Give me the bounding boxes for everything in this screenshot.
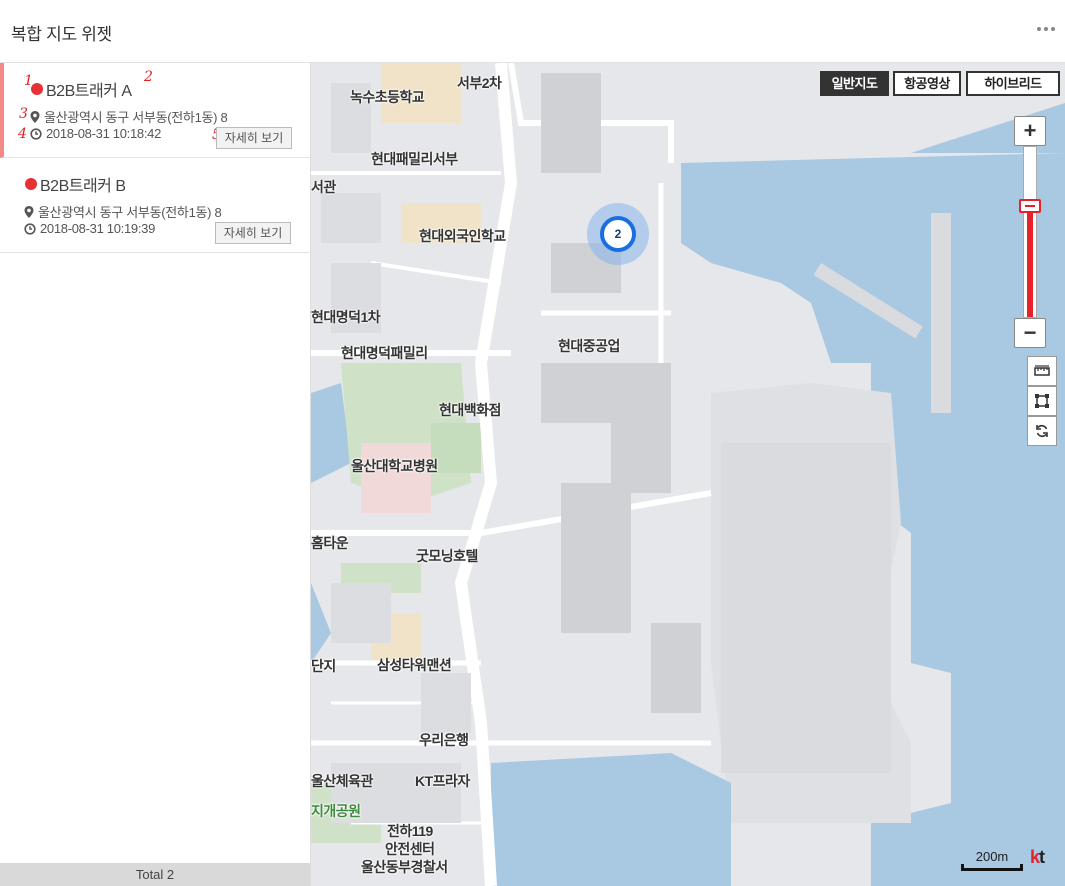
place-label: 현대외국인학교: [419, 228, 506, 244]
tracker-list-panel: 1 B2B트래커 A 2 3 울산광역시 동구 서부동(전하1동) 8 4 20…: [0, 63, 311, 886]
place-label: 우리은행: [419, 732, 469, 748]
map-view[interactable]: 서부2차 녹수초등학교 현대패밀리서부 서관 현대외국인학교 현대명덕1차 현대…: [311, 63, 1065, 886]
zoom-slider-handle[interactable]: [1019, 199, 1041, 213]
tracker-time: 2018-08-31 10:19:39: [40, 221, 156, 236]
zoom-out-button[interactable]: −: [1014, 318, 1046, 348]
zoom-control: + −: [1014, 116, 1046, 348]
tracker-time-row: 2018-08-31 10:18:42: [30, 126, 161, 141]
rotate-icon[interactable]: [1027, 416, 1057, 446]
zoom-slider-track[interactable]: [1019, 146, 1041, 318]
kt-logo: kt: [1030, 847, 1045, 867]
annotation-3: 3: [19, 106, 28, 122]
status-dot-icon: [25, 178, 37, 190]
place-label: 홈타운: [311, 535, 349, 551]
marker-cluster[interactable]: 2: [587, 203, 649, 265]
place-label: 현대백화점: [439, 402, 501, 418]
place-label: 울산대학교병원: [351, 458, 438, 474]
annotation-4: 4: [18, 126, 27, 142]
more-options-icon[interactable]: [1037, 22, 1055, 34]
tracker-address-row: 울산광역시 동구 서부동(전하1동) 8: [30, 107, 228, 126]
place-label: 녹수초등학교: [350, 89, 425, 105]
place-label: 전하119: [387, 823, 433, 839]
place-label: 울산체육관: [311, 773, 373, 789]
map-type-hybrid-button[interactable]: 하이브리드: [966, 71, 1060, 96]
area-icon[interactable]: [1027, 386, 1057, 416]
tracker-time: 2018-08-31 10:18:42: [46, 126, 162, 141]
zoom-in-button[interactable]: +: [1014, 116, 1046, 146]
tracker-item-a[interactable]: 1 B2B트래커 A 2 3 울산광역시 동구 서부동(전하1동) 8 4 20…: [0, 63, 310, 158]
place-label: 현대명덕1차: [311, 309, 381, 325]
tracker-address-row: 울산광역시 동구 서부동(전하1동) 8: [24, 202, 222, 221]
tracker-name: B2B트래커 A: [46, 83, 132, 100]
map-type-aerial-button[interactable]: 항공영상: [893, 71, 961, 96]
detail-view-button[interactable]: 자세히 보기: [215, 222, 291, 244]
tracker-address: 울산광역시 동구 서부동(전하1동) 8: [44, 110, 228, 125]
scale-bar: [961, 864, 1023, 871]
location-pin-icon: [24, 205, 34, 218]
place-label: 현대중공업: [558, 338, 620, 354]
place-label: 지개공원: [311, 803, 361, 819]
location-pin-icon: [30, 110, 40, 123]
tracker-name: B2B트래커 B: [40, 178, 126, 195]
clock-icon: [30, 127, 42, 140]
tracker-address: 울산광역시 동구 서부동(전하1동) 8: [38, 205, 222, 220]
place-label: 굿모닝호텔: [416, 548, 478, 564]
total-count: Total 2: [0, 863, 310, 886]
detail-view-button[interactable]: 자세히 보기: [216, 127, 292, 149]
map-type-normal-button[interactable]: 일반지도: [820, 71, 889, 96]
cluster-count: 2: [614, 227, 622, 241]
tracker-item-b[interactable]: B2B트래커 B 울산광역시 동구 서부동(전하1동) 8 2018-08-31…: [0, 158, 310, 253]
place-label: 서부2차: [457, 75, 502, 91]
tracker-time-row: 2018-08-31 10:19:39: [24, 221, 155, 236]
widget-title: 복합 지도 위젯: [11, 25, 112, 44]
place-label: 단지: [311, 658, 336, 674]
status-dot-icon: [31, 83, 43, 95]
annotation-2: 2: [144, 69, 153, 85]
widget-header: 복합 지도 위젯: [0, 0, 1065, 63]
place-label: 삼성타워맨션: [377, 657, 452, 673]
map-scale-bar: 200m: [961, 849, 1023, 871]
place-label: 서관: [311, 179, 336, 195]
place-label: 울산동부경찰서: [361, 859, 448, 875]
place-label: 안전센터: [385, 841, 435, 857]
place-label: 현대명덕패밀리: [341, 345, 428, 361]
zoom-slider-fill: [1027, 206, 1033, 317]
place-label: KT프라자: [415, 773, 470, 789]
ruler-icon[interactable]: [1027, 356, 1057, 386]
place-label: 현대패밀리서부: [371, 151, 458, 167]
clock-icon: [24, 222, 36, 235]
scale-label: 200m: [975, 849, 1009, 864]
